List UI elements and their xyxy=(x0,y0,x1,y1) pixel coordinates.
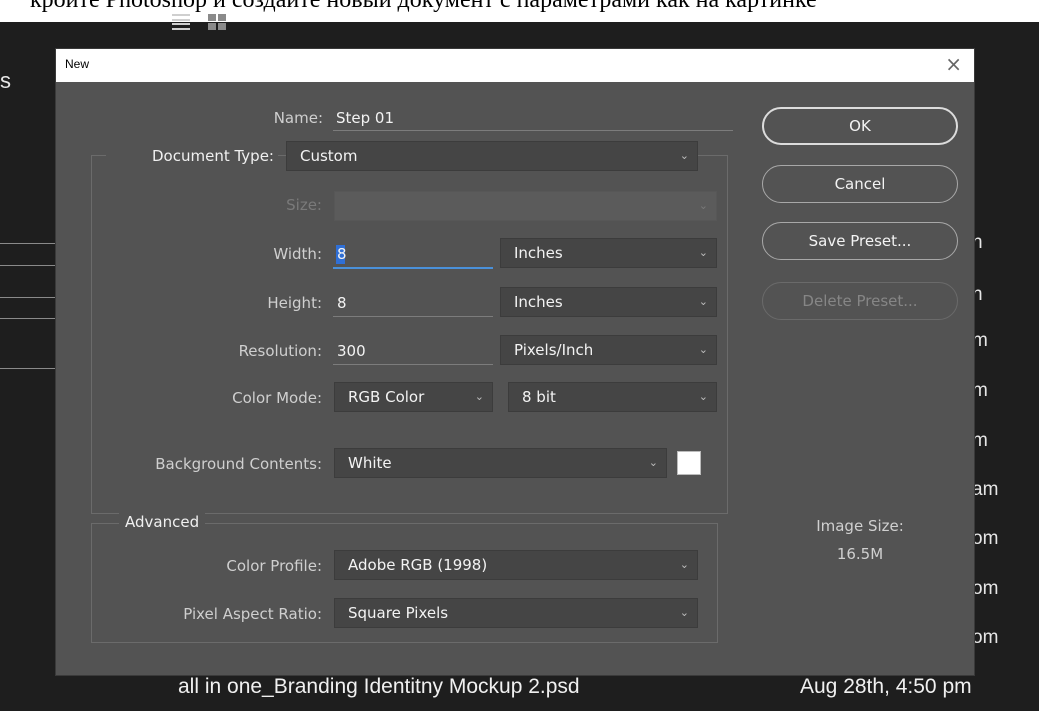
chevron-down-icon: ⌄ xyxy=(679,558,689,571)
chevron-down-icon: ⌄ xyxy=(648,456,658,469)
width-label: Width: xyxy=(273,245,322,263)
height-unit-select[interactable]: Inches ⌄ xyxy=(500,287,717,317)
size-label: Size: xyxy=(286,196,322,214)
color-profile-label: Color Profile: xyxy=(226,557,322,575)
chevron-down-icon: ⌄ xyxy=(698,199,708,212)
chevron-down-icon: ⌄ xyxy=(679,149,689,162)
width-unit-select[interactable]: Inches ⌄ xyxy=(500,238,717,268)
resolution-unit-value: Pixels/Inch xyxy=(514,341,594,359)
ok-button[interactable]: OK xyxy=(762,107,958,145)
caption-strip: кройте Photoshop и создайте новый докуме… xyxy=(0,0,1039,22)
document-type-label: Document Type: xyxy=(106,147,278,165)
dialog-title: New xyxy=(65,57,90,71)
dialog-titlebar: New × xyxy=(56,49,974,82)
cancel-button[interactable]: Cancel xyxy=(762,165,958,203)
chevron-down-icon: ⌄ xyxy=(698,390,708,403)
name-input-underline xyxy=(333,130,733,131)
height-unit-value: Inches xyxy=(514,293,563,311)
name-label: Name: xyxy=(273,109,323,127)
background-file-name: all in one_Branding Identitny Mockup 2.p… xyxy=(178,675,580,698)
background-contents-select[interactable]: White ⌄ xyxy=(334,448,667,478)
view-toggle-toolbar xyxy=(172,14,226,30)
delete-preset-button: Delete Preset... xyxy=(762,282,958,320)
new-document-dialog: New × Name: Step 01 Document Type: Custo… xyxy=(55,48,975,676)
background-divider xyxy=(0,318,56,319)
width-unit-value: Inches xyxy=(514,244,563,262)
background-list-text: om xyxy=(972,578,999,599)
list-view-icon[interactable] xyxy=(172,14,190,30)
background-contents-label: Background Contents: xyxy=(155,455,322,473)
save-preset-button[interactable]: Save Preset... xyxy=(762,222,958,260)
background-file-date: Aug 28th, 4:50 pm xyxy=(800,675,972,698)
pixel-aspect-ratio-select[interactable]: Square Pixels ⌄ xyxy=(334,598,698,628)
color-profile-select[interactable]: Adobe RGB (1998) ⌄ xyxy=(334,550,698,580)
color-mode-value: RGB Color xyxy=(348,388,425,406)
resolution-input[interactable]: 300 xyxy=(337,342,366,360)
grid-view-icon[interactable] xyxy=(208,14,226,30)
close-icon[interactable]: × xyxy=(945,52,962,76)
background-divider xyxy=(0,243,56,244)
height-label: Height: xyxy=(267,294,322,312)
image-size-label: Image Size: xyxy=(816,517,904,535)
resolution-input-underline xyxy=(333,364,493,365)
background-side-text: s xyxy=(0,68,11,93)
background-list-text: am xyxy=(972,479,999,500)
name-input[interactable]: Step 01 xyxy=(336,109,394,127)
chevron-down-icon: ⌄ xyxy=(698,295,708,308)
height-input-underline xyxy=(333,316,493,317)
size-select: ⌄ xyxy=(334,191,717,221)
chevron-down-icon: ⌄ xyxy=(698,343,708,356)
background-list-text: om xyxy=(972,627,999,648)
image-size-value: 16.5M xyxy=(836,545,884,563)
background-color-swatch[interactable] xyxy=(677,451,701,475)
caption-text: кройте Photoshop и создайте новый докуме… xyxy=(30,0,817,13)
background-list-text: om xyxy=(972,528,999,549)
chevron-down-icon: ⌄ xyxy=(679,606,689,619)
background-contents-value: White xyxy=(348,454,392,472)
background-divider xyxy=(0,368,56,369)
pixel-aspect-ratio-value: Square Pixels xyxy=(348,604,449,622)
bit-depth-value: 8 bit xyxy=(522,388,556,406)
document-type-value: Custom xyxy=(300,147,358,165)
background-divider xyxy=(0,297,56,298)
background-divider xyxy=(0,265,56,266)
resolution-label: Resolution: xyxy=(238,342,322,360)
bit-depth-select[interactable]: 8 bit ⌄ xyxy=(508,382,717,412)
chevron-down-icon: ⌄ xyxy=(474,390,484,403)
width-input-underline xyxy=(333,267,493,269)
resolution-unit-select[interactable]: Pixels/Inch ⌄ xyxy=(500,335,717,365)
height-input[interactable]: 8 xyxy=(337,294,347,312)
width-input[interactable]: 8 xyxy=(337,245,347,263)
advanced-label: Advanced xyxy=(119,513,206,531)
pixel-aspect-ratio-label: Pixel Aspect Ratio: xyxy=(183,605,322,623)
color-mode-label: Color Mode: xyxy=(232,389,322,407)
document-type-select[interactable]: Custom ⌄ xyxy=(286,141,698,171)
color-profile-value: Adobe RGB (1998) xyxy=(348,556,488,574)
color-mode-select[interactable]: RGB Color ⌄ xyxy=(334,382,493,412)
chevron-down-icon: ⌄ xyxy=(698,246,708,259)
